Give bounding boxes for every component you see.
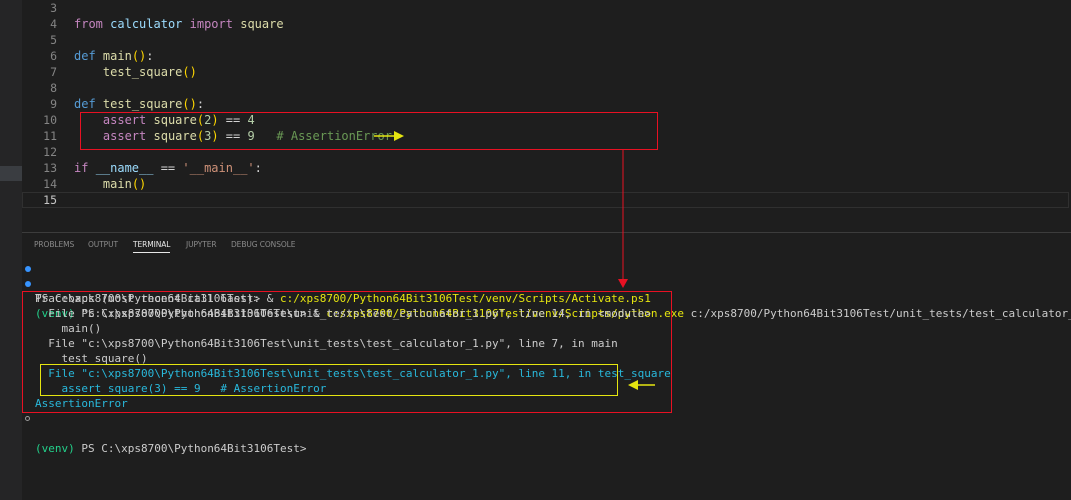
arrow-left-icon (628, 380, 655, 390)
arrow-right-icon (374, 131, 404, 141)
arrow-down-icon (618, 150, 628, 288)
annotation-arrows (374, 131, 655, 390)
